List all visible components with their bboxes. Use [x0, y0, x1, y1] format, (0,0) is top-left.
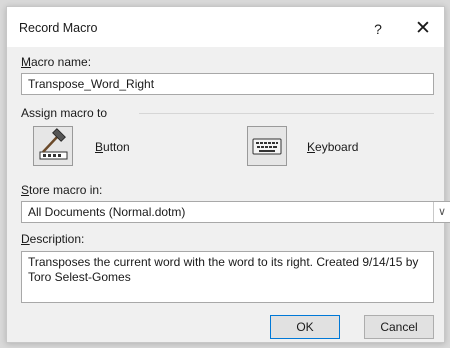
- keyboard-icon: [252, 138, 282, 155]
- dialog-title: Record Macro: [19, 21, 98, 35]
- title-bar: Record Macro ? ✕: [7, 7, 444, 47]
- help-button[interactable]: ?: [362, 16, 394, 42]
- description-label: Description:: [21, 232, 85, 246]
- hammer-toolbar-icon: [39, 128, 68, 160]
- store-macro-value: All Documents (Normal.dotm): [28, 205, 186, 219]
- ok-button[interactable]: OK: [270, 315, 340, 339]
- macro-name-input[interactable]: Transpose_Word_Right: [21, 73, 434, 95]
- store-macro-select[interactable]: All Documents (Normal.dotm) ∨: [21, 201, 450, 223]
- macro-name-label: Macro name:: [21, 55, 92, 69]
- close-button[interactable]: ✕: [407, 16, 439, 42]
- assign-macro-group-label: Assign macro to: [21, 106, 108, 120]
- assign-keyboard-icon-button[interactable]: [247, 126, 287, 166]
- assign-button-icon-button[interactable]: [33, 126, 73, 166]
- chevron-down-icon[interactable]: ∨: [433, 202, 450, 222]
- description-textarea[interactable]: Transposes the current word with the wor…: [21, 251, 434, 303]
- record-macro-dialog: Record Macro ? ✕ Macro name: Transpose_W…: [6, 6, 450, 343]
- assign-button-label[interactable]: Button: [95, 140, 130, 154]
- store-macro-label: Store macro in:: [21, 183, 103, 197]
- cancel-button[interactable]: Cancel: [364, 315, 434, 339]
- group-divider: [139, 113, 434, 114]
- assign-keyboard-label[interactable]: Keyboard: [307, 140, 358, 154]
